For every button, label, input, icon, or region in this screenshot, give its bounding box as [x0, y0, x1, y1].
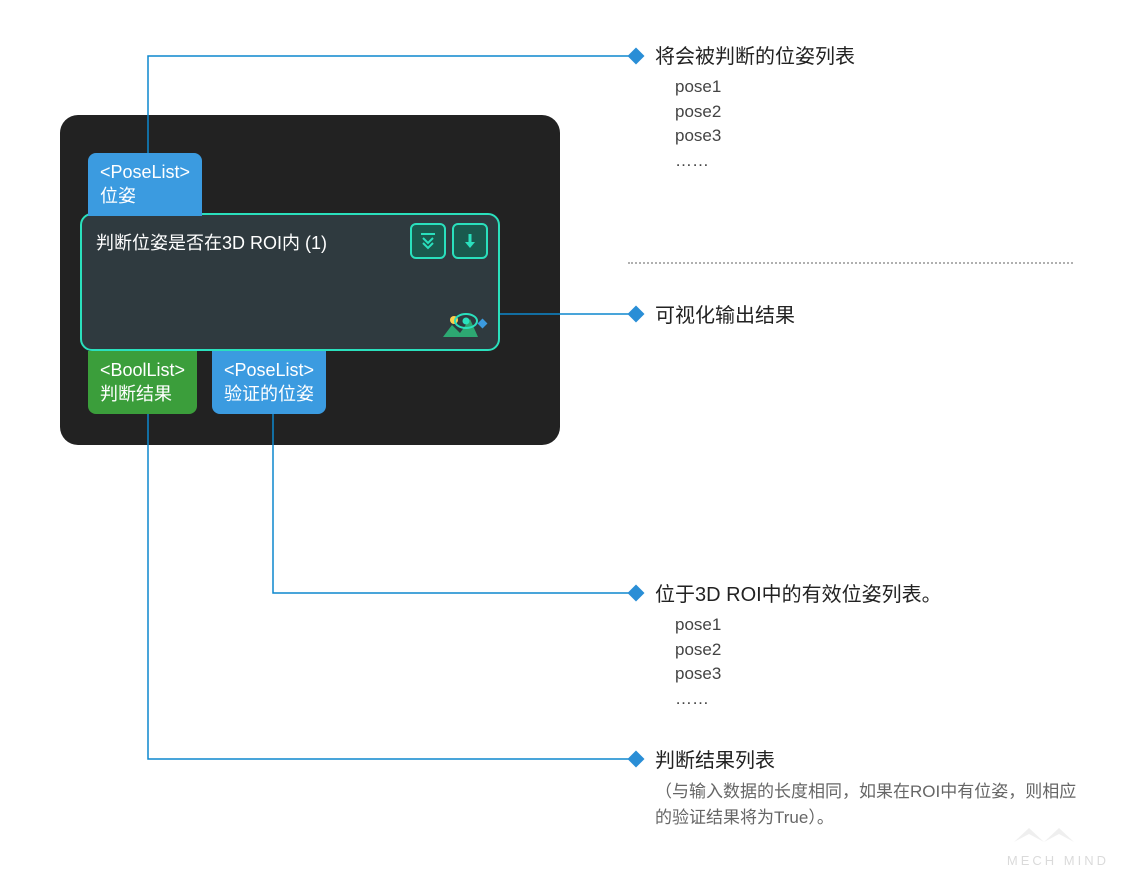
annotation-1-title: 将会被判断的位姿列表 [655, 43, 855, 71]
visualization-icon-container[interactable] [440, 311, 488, 341]
node-body[interactable]: 判断位姿是否在3D ROI内 (1) [80, 213, 500, 351]
input-port-poselist[interactable]: <PoseList> 位姿 [88, 153, 202, 216]
output-port-1-label: 判断结果 [100, 382, 185, 406]
annotation-4-desc: （与输入数据的长度相同，如果在ROI中有位姿，则相应的验证结果将为True）。 [655, 779, 1085, 830]
output-port-2-label: 验证的位姿 [224, 382, 314, 406]
output-port-2-type: <PoseList> [224, 358, 314, 382]
watermark: MECH MIND [979, 824, 1109, 868]
annotation-4-title: 判断结果列表 [655, 747, 1085, 775]
output-port-1-type: <BoolList> [100, 358, 185, 382]
double-chevron-down-icon [418, 231, 438, 251]
input-port-label: 位姿 [100, 184, 190, 208]
annotation-4: 判断结果列表 （与输入数据的长度相同，如果在ROI中有位姿，则相应的验证结果将为… [655, 747, 1085, 830]
annotation-3-title: 位于3D ROI中的有效位姿列表。 [655, 581, 942, 609]
annotation-bullet-4 [628, 751, 645, 768]
watermark-text: MECH MIND [979, 853, 1109, 868]
arrow-down-icon [460, 231, 480, 251]
annotation-1-items: pose1 pose2 pose3 …… [675, 75, 855, 174]
watermark-logo-icon [979, 824, 1109, 846]
output-port-pose-list[interactable]: <PoseList> 验证的位姿 [212, 351, 326, 414]
annotation-3-items: pose1 pose2 pose3 …… [675, 613, 942, 712]
annotation-bullet-3 [628, 585, 645, 602]
input-port-type: <PoseList> [100, 160, 190, 184]
annotation-3: 位于3D ROI中的有效位姿列表。 pose1 pose2 pose3 …… [655, 581, 942, 712]
execute-button[interactable] [452, 223, 488, 259]
collapse-button[interactable] [410, 223, 446, 259]
annotation-2: 可视化输出结果 [655, 302, 795, 330]
node-title: 判断位姿是否在3D ROI内 (1) [96, 229, 327, 255]
annotation-bullet-1 [628, 48, 645, 65]
output-port-bool-list[interactable]: <BoolList> 判断结果 [88, 351, 197, 414]
annotation-2-title: 可视化输出结果 [655, 302, 795, 330]
visualization-icon [440, 311, 488, 341]
annotation-bullet-2 [628, 306, 645, 323]
divider [628, 262, 1073, 264]
annotation-1: 将会被判断的位姿列表 pose1 pose2 pose3 …… [655, 43, 855, 174]
